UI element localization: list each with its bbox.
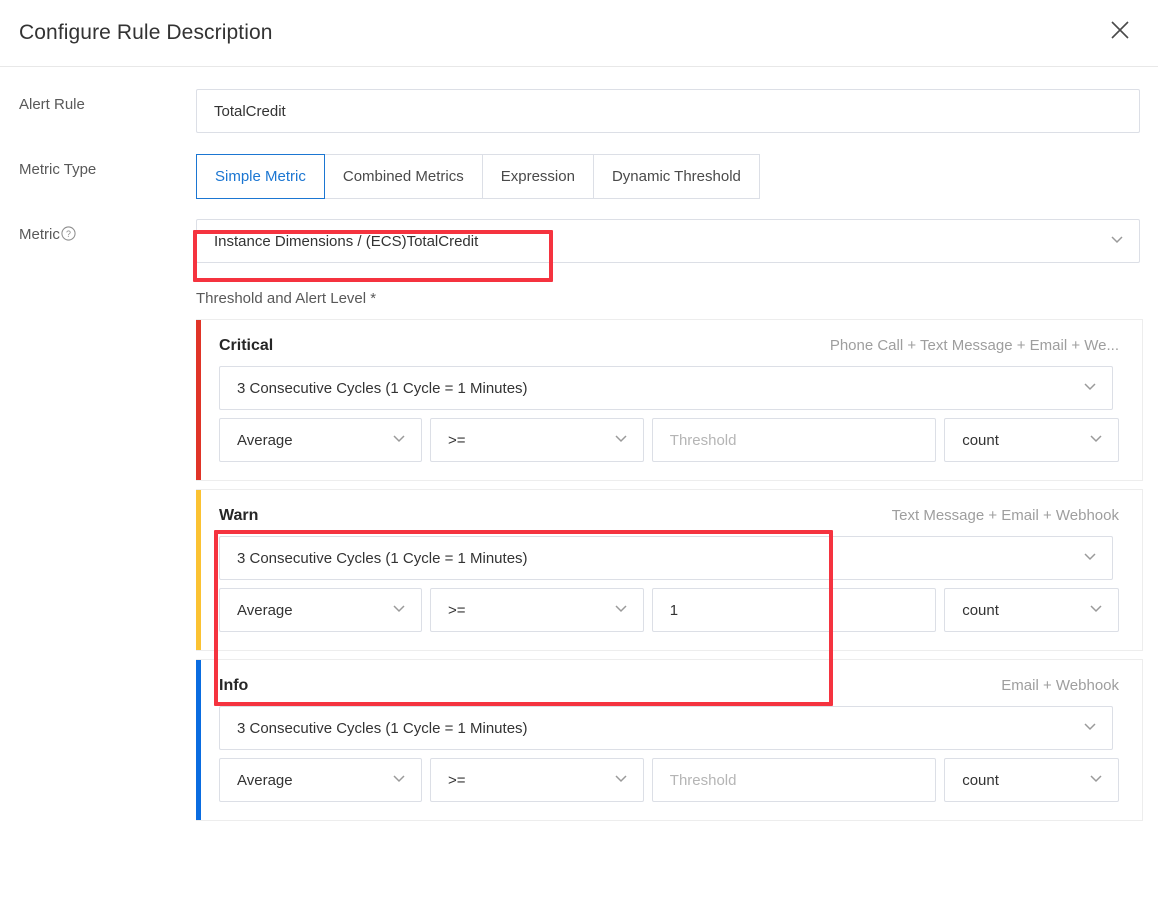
chevron-down-icon bbox=[611, 768, 631, 792]
level-color-bar-critical bbox=[196, 320, 201, 480]
chevron-down-icon bbox=[1107, 229, 1127, 253]
chevron-down-icon bbox=[611, 428, 631, 452]
unit-select-critical[interactable]: count bbox=[944, 418, 1119, 462]
statistic-select-critical[interactable]: Average bbox=[219, 418, 423, 462]
statistic-value-info: Average bbox=[237, 771, 293, 789]
alert-rule-label: Alert Rule bbox=[19, 96, 85, 113]
metric-label: Metric ? bbox=[19, 219, 196, 247]
unit-select-info[interactable]: count bbox=[944, 758, 1119, 802]
tab-simple-metric[interactable]: Simple Metric bbox=[196, 154, 325, 199]
statistic-value-critical: Average bbox=[237, 431, 293, 449]
condition-row-critical: Average >= count bbox=[219, 418, 1119, 462]
level-title-warn: Warn bbox=[219, 507, 259, 524]
chevron-down-icon bbox=[1080, 546, 1100, 570]
page-title: Configure Rule Description bbox=[19, 21, 273, 44]
cycles-select-warn[interactable]: 3 Consecutive Cycles (1 Cycle = 1 Minute… bbox=[219, 536, 1113, 580]
alert-level-card-info: Info Email + Webhook 3 Consecutive Cycle… bbox=[196, 659, 1143, 821]
unit-value-critical: count bbox=[962, 431, 999, 449]
level-title-info: Info bbox=[219, 677, 249, 694]
threshold-section-caption: Threshold and Alert Level * bbox=[196, 290, 377, 307]
alert-rule-input[interactable] bbox=[196, 89, 1140, 133]
operator-value-critical: >= bbox=[448, 431, 466, 449]
condition-row-warn: Average >= count bbox=[219, 588, 1119, 632]
statistic-value-warn: Average bbox=[237, 601, 293, 619]
cycles-value-info: 3 Consecutive Cycles (1 Cycle = 1 Minute… bbox=[237, 719, 528, 737]
svg-text:?: ? bbox=[66, 229, 71, 239]
statistic-select-warn[interactable]: Average bbox=[219, 588, 423, 632]
unit-select-warn[interactable]: count bbox=[944, 588, 1119, 632]
chevron-down-icon bbox=[389, 768, 409, 792]
cycles-value-warn: 3 Consecutive Cycles (1 Cycle = 1 Minute… bbox=[237, 549, 528, 567]
notification-methods-critical: Phone Call + Text Message + Email + We..… bbox=[829, 337, 1119, 354]
tab-dynamic-threshold[interactable]: Dynamic Threshold bbox=[593, 154, 760, 199]
close-icon bbox=[1109, 19, 1131, 41]
threshold-and-alert-level-section: Threshold and Alert Level * Critical Pho… bbox=[196, 290, 1158, 821]
field-row-metric-type: Metric Type Simple Metric Combined Metri… bbox=[0, 154, 1158, 199]
condition-row-info: Average >= count bbox=[219, 758, 1119, 802]
operator-select-critical[interactable]: >= bbox=[430, 418, 644, 462]
chevron-down-icon bbox=[1086, 768, 1106, 792]
tab-expression[interactable]: Expression bbox=[482, 154, 594, 199]
statistic-select-info[interactable]: Average bbox=[219, 758, 423, 802]
notification-methods-info: Email + Webhook bbox=[1001, 677, 1119, 694]
level-color-bar-info bbox=[196, 660, 201, 820]
chevron-down-icon bbox=[389, 598, 409, 622]
threshold-input-critical[interactable] bbox=[651, 418, 937, 462]
threshold-input-warn[interactable] bbox=[651, 588, 937, 632]
alert-level-card-critical: Critical Phone Call + Text Message + Ema… bbox=[196, 319, 1143, 481]
level-color-bar-warn bbox=[196, 490, 201, 650]
metric-type-label: Metric Type bbox=[19, 161, 97, 178]
field-row-metric: Metric ? Instance Dimensions / (ECS)Tota… bbox=[0, 219, 1158, 263]
operator-select-info[interactable]: >= bbox=[430, 758, 644, 802]
alert-level-card-warn: Warn Text Message + Email + Webhook 3 Co… bbox=[196, 489, 1143, 651]
metric-select[interactable]: Instance Dimensions / (ECS)TotalCredit bbox=[196, 219, 1140, 263]
notification-methods-warn: Text Message + Email + Webhook bbox=[891, 507, 1119, 524]
tab-combined-metrics[interactable]: Combined Metrics bbox=[324, 154, 483, 199]
cycles-value-critical: 3 Consecutive Cycles (1 Cycle = 1 Minute… bbox=[237, 379, 528, 397]
chevron-down-icon bbox=[1080, 716, 1100, 740]
chevron-down-icon bbox=[1080, 376, 1100, 400]
threshold-input-info[interactable] bbox=[651, 758, 937, 802]
dialog-header: Configure Rule Description bbox=[0, 0, 1158, 67]
chevron-down-icon bbox=[611, 598, 631, 622]
operator-value-info: >= bbox=[448, 771, 466, 789]
unit-value-info: count bbox=[962, 771, 999, 789]
unit-value-warn: count bbox=[962, 601, 999, 619]
chevron-down-icon bbox=[1086, 428, 1106, 452]
chevron-down-icon bbox=[389, 428, 409, 452]
cycles-select-critical[interactable]: 3 Consecutive Cycles (1 Cycle = 1 Minute… bbox=[219, 366, 1113, 410]
metric-select-value: Instance Dimensions / (ECS)TotalCredit bbox=[214, 232, 479, 250]
question-circle-icon[interactable]: ? bbox=[61, 226, 76, 247]
metric-type-tabs: Simple Metric Combined Metrics Expressio… bbox=[196, 154, 760, 199]
chevron-down-icon bbox=[1086, 598, 1106, 622]
level-title-critical: Critical bbox=[219, 337, 274, 354]
dialog-body: Alert Rule Metric Type Simple Metric Com… bbox=[0, 89, 1158, 821]
operator-select-warn[interactable]: >= bbox=[430, 588, 644, 632]
operator-value-warn: >= bbox=[448, 601, 466, 619]
close-button[interactable] bbox=[1098, 8, 1142, 52]
cycles-select-info[interactable]: 3 Consecutive Cycles (1 Cycle = 1 Minute… bbox=[219, 706, 1113, 750]
metric-label-text: Metric bbox=[19, 226, 60, 243]
field-row-alert-rule: Alert Rule bbox=[0, 89, 1158, 133]
